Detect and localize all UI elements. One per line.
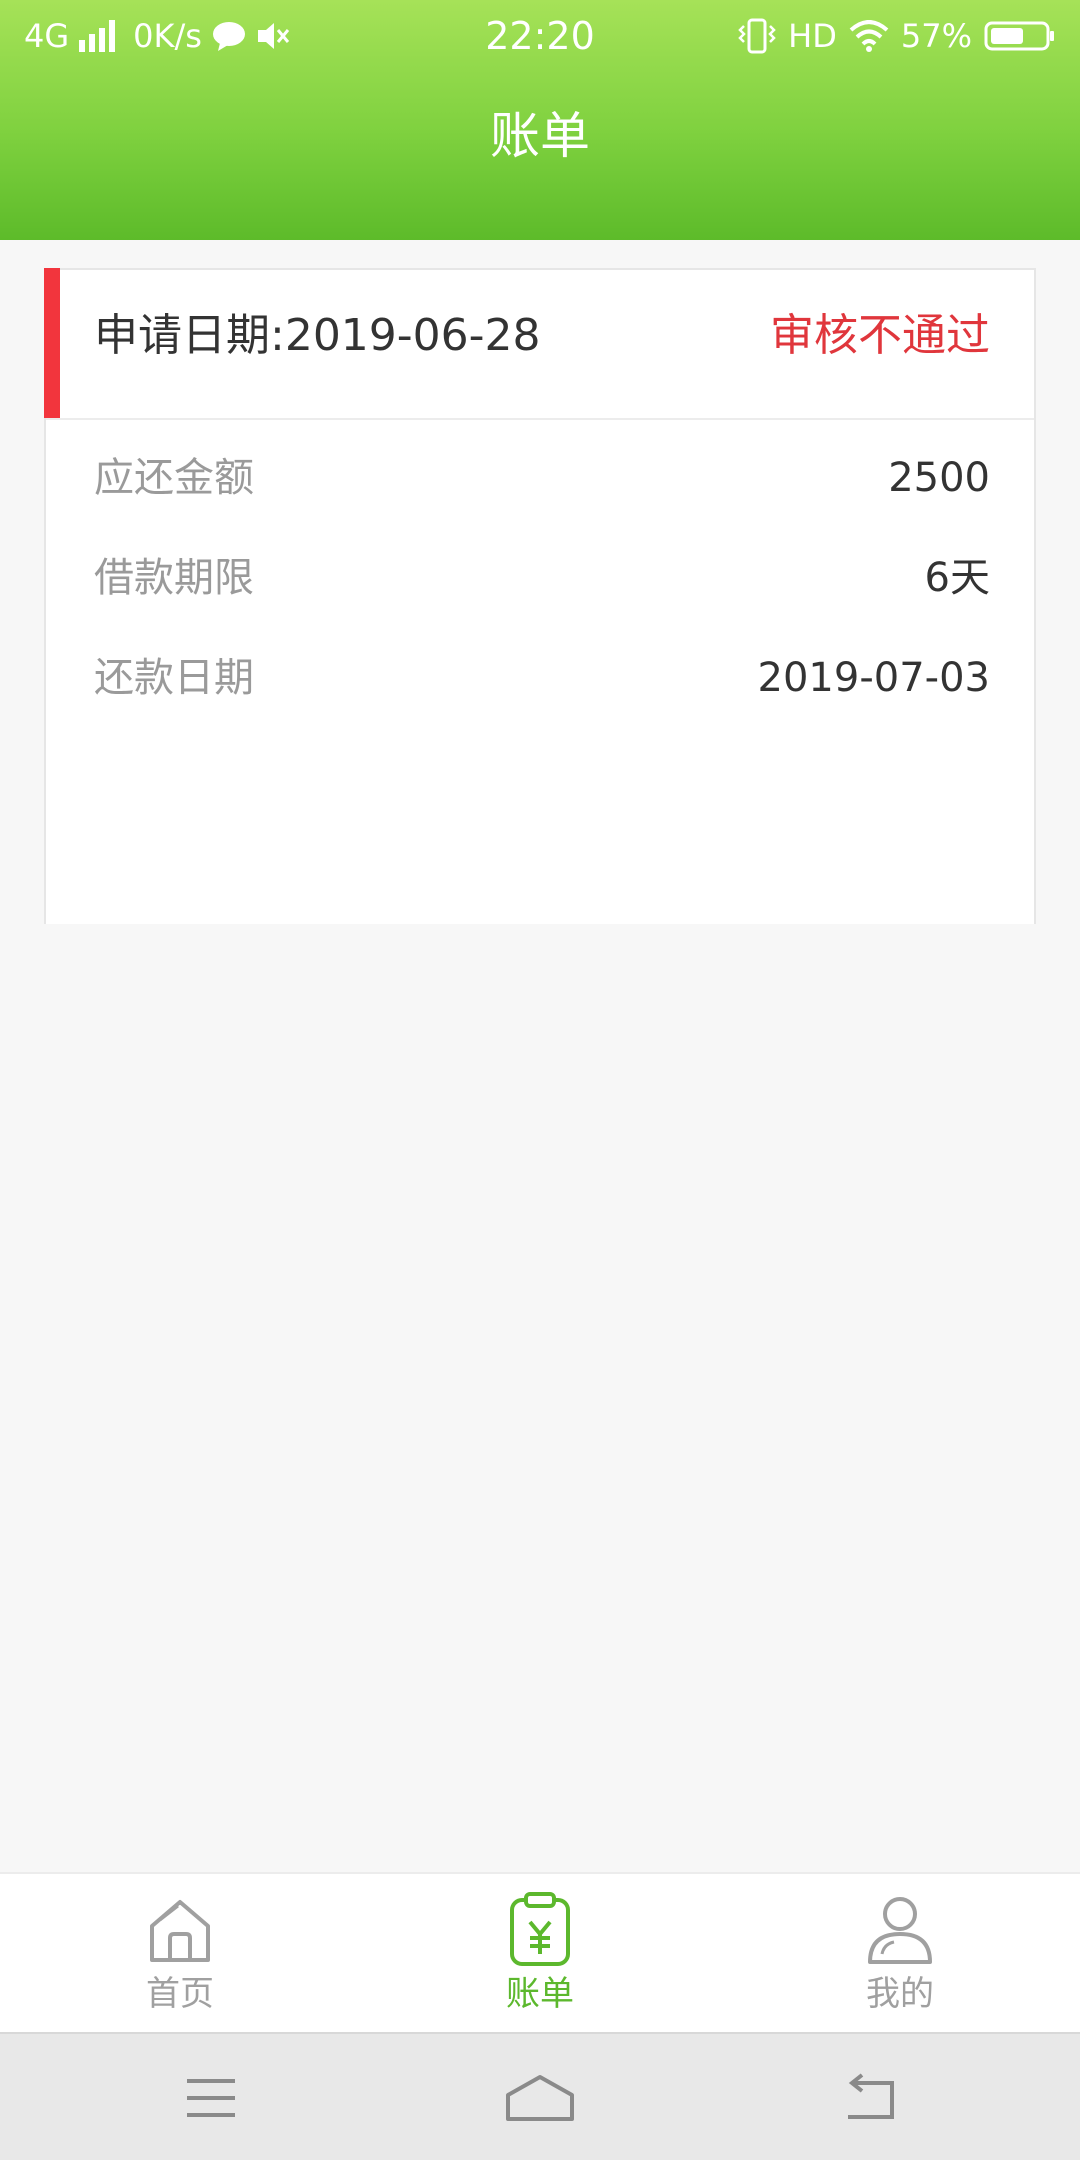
detail-row-repay-date: 还款日期 2019-07-03 — [46, 620, 1034, 720]
vibrate-icon — [738, 18, 776, 54]
user-icon — [862, 1892, 938, 1968]
detail-label: 应还金额 — [94, 455, 254, 501]
tab-mine[interactable]: 我的 — [720, 1874, 1080, 2032]
tab-bill[interactable]: 账单 — [360, 1874, 720, 2032]
bill-details: 应还金额 2500 借款期限 6天 还款日期 2019-07-03 — [46, 420, 1034, 720]
tab-label: 首页 — [146, 1974, 214, 2014]
home-icon — [142, 1892, 218, 1968]
detail-value: 6天 — [924, 555, 990, 601]
bill-card-header: 申请日期:2019-06-28 审核不通过 — [46, 270, 1034, 420]
tab-label: 我的 — [866, 1974, 934, 2014]
back-icon[interactable] — [825, 2068, 915, 2128]
review-status: 审核不通过 — [770, 310, 990, 361]
tab-label: 账单 — [506, 1974, 574, 2014]
header: 4G 0K/s 22:20 HD 57% 账单 — [0, 0, 1080, 240]
wifi-icon — [849, 20, 889, 52]
bill-card[interactable]: 申请日期:2019-06-28 审核不通过 应还金额 2500 借款期限 6天 … — [44, 268, 1036, 924]
home-outline-icon[interactable] — [495, 2068, 585, 2128]
status-right: HD 57% — [738, 14, 1056, 58]
system-nav-bar — [0, 2032, 1080, 2160]
bottom-tab-bar: 首页 账单 我的 — [0, 1872, 1080, 2032]
detail-value: 2500 — [888, 455, 990, 501]
status-bar: 4G 0K/s 22:20 HD 57% — [0, 0, 1080, 72]
battery-icon — [984, 20, 1056, 52]
menu-icon[interactable] — [166, 2068, 256, 2128]
app-root: 4G 0K/s 22:20 HD 57% 账单 申请日期:2019-06-28 … — [0, 0, 1080, 2160]
hd-indicator: HD — [788, 17, 837, 55]
tab-home[interactable]: 首页 — [0, 1874, 360, 2032]
battery-percent: 57% — [900, 17, 972, 55]
detail-label: 借款期限 — [94, 555, 254, 601]
page-title: 账单 — [490, 107, 590, 165]
apply-date: 申请日期:2019-06-28 — [94, 310, 541, 361]
detail-value: 2019-07-03 — [757, 655, 990, 701]
detail-row-amount: 应还金额 2500 — [46, 420, 1034, 520]
detail-row-term: 借款期限 6天 — [46, 520, 1034, 620]
detail-label: 还款日期 — [94, 655, 254, 701]
bill-icon — [502, 1892, 578, 1968]
